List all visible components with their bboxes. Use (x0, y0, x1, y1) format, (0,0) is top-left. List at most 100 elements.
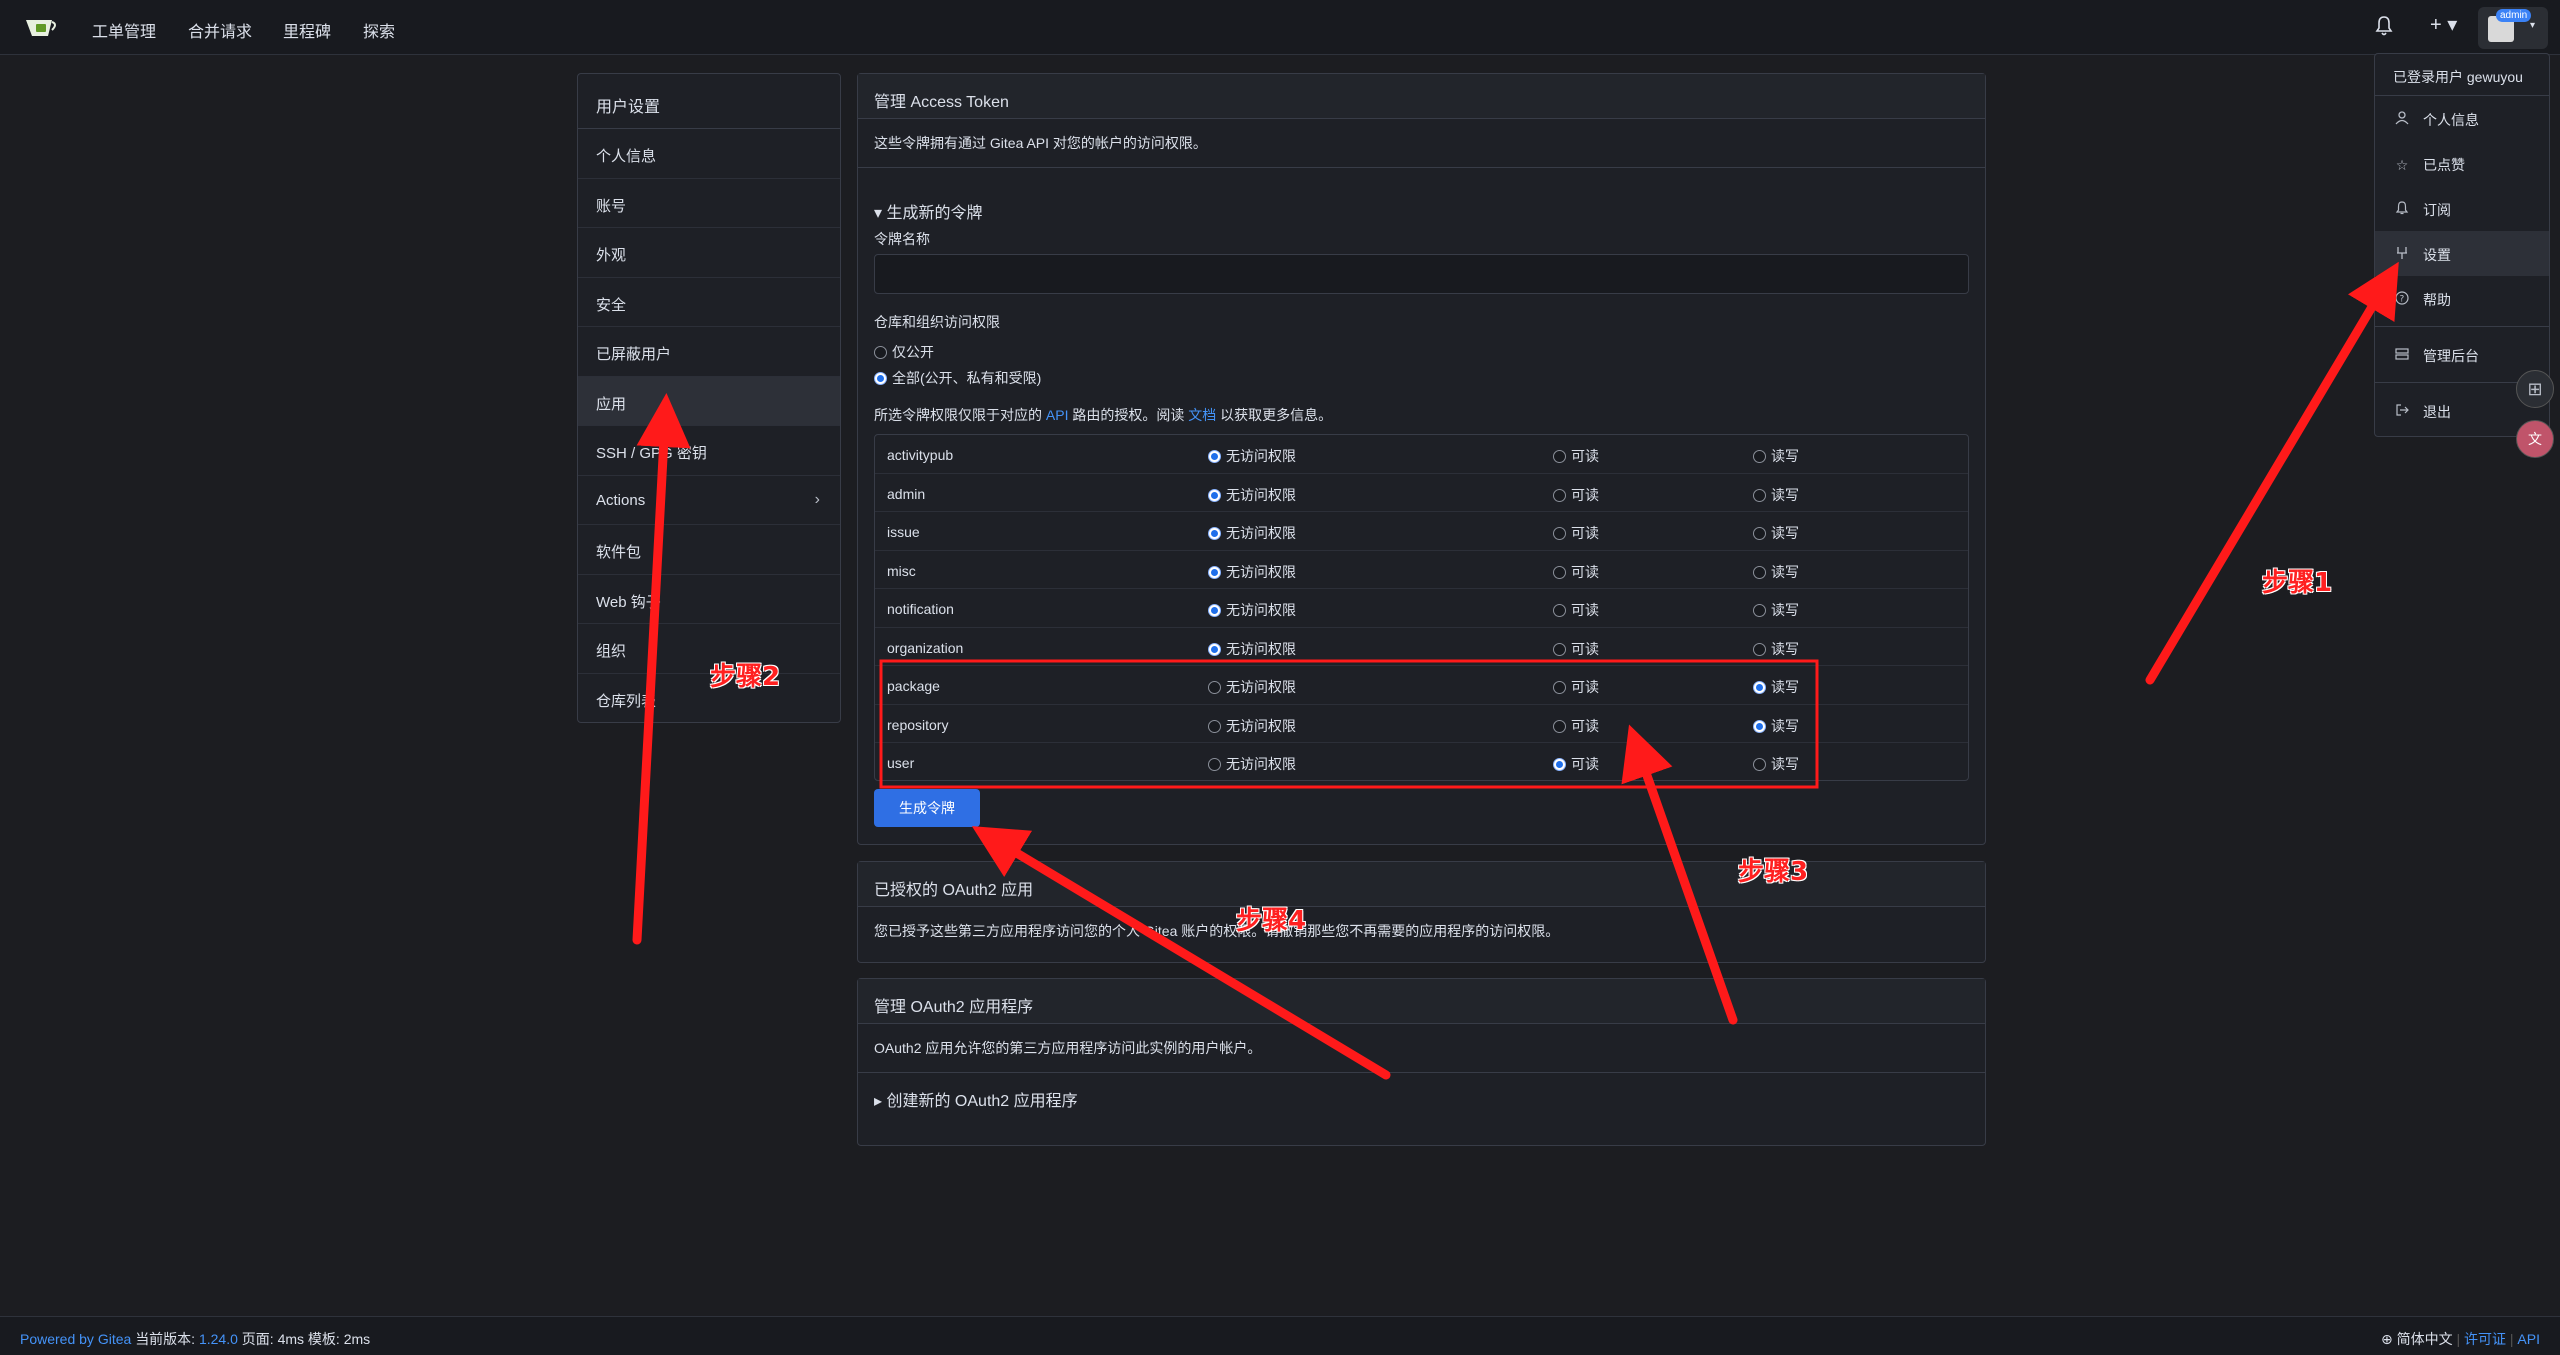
permission-option-read[interactable]: 可读 (1553, 485, 1599, 505)
radio-read[interactable] (1553, 488, 1566, 502)
radio-write[interactable] (1753, 527, 1766, 540)
radio-none[interactable] (1208, 681, 1221, 694)
nav-pulls[interactable]: 合并请求 (188, 18, 252, 42)
radio-none[interactable] (1208, 604, 1221, 617)
radio-write[interactable] (1753, 604, 1766, 617)
radio-read[interactable] (1553, 758, 1566, 771)
radio-read[interactable] (1553, 681, 1566, 694)
radio-none[interactable] (1208, 450, 1221, 463)
permission-option-read[interactable]: 可读 (1553, 639, 1599, 659)
sidebar-item-appearance[interactable]: 外观 (578, 228, 840, 278)
sidebar-item-keys[interactable]: SSH / GPG 密钥 (578, 426, 840, 476)
radio-write[interactable] (1753, 719, 1766, 733)
language-selector[interactable]: 简体中文 (2397, 1331, 2453, 1347)
menu-item-settings[interactable]: 设置 (2375, 231, 2549, 276)
permission-option-none[interactable]: 无访问权限 (1208, 485, 1296, 505)
gitea-logo-icon[interactable] (24, 16, 58, 40)
radio-none[interactable] (1208, 758, 1221, 771)
radio-read[interactable] (1553, 604, 1566, 617)
permission-option-write[interactable]: 读写 (1753, 716, 1799, 736)
permission-option-read[interactable]: 可读 (1553, 754, 1599, 774)
permission-option-read[interactable]: 可读 (1553, 600, 1599, 620)
license-link[interactable]: 许可证 (2464, 1331, 2506, 1347)
radio-write[interactable] (1753, 565, 1766, 579)
radio-none[interactable] (1208, 565, 1221, 579)
sidebar-item-organizations[interactable]: 组织 (578, 624, 840, 674)
radio-write[interactable] (1753, 488, 1766, 502)
nav-milestones[interactable]: 里程碑 (283, 18, 331, 42)
radio-write[interactable] (1753, 450, 1766, 463)
menu-item-subscriptions[interactable]: 订阅 (2375, 186, 2549, 231)
generate-token-toggle[interactable]: ▾ 生成新的令牌 (874, 199, 982, 223)
radio-none[interactable] (1208, 719, 1221, 733)
radio-write[interactable] (1753, 642, 1766, 656)
permission-option-read[interactable]: 可读 (1553, 523, 1599, 543)
permission-option-write[interactable]: 读写 (1753, 562, 1799, 582)
permission-option-none[interactable]: 无访问权限 (1208, 562, 1296, 582)
api-link[interactable]: API (1046, 407, 1069, 423)
repo-access-public-option[interactable]: 仅公开 (874, 342, 934, 362)
radio-public[interactable] (874, 346, 887, 359)
radio-read[interactable] (1553, 642, 1566, 656)
api-footer-link[interactable]: API (2517, 1331, 2540, 1347)
permission-option-read[interactable]: 可读 (1553, 562, 1599, 582)
create-new-button[interactable]: + ▾ (2430, 12, 2457, 36)
permission-option-read[interactable]: 可读 (1553, 677, 1599, 697)
permission-option-read[interactable]: 可读 (1553, 716, 1599, 736)
permission-name: admin (887, 485, 926, 502)
powered-by-link[interactable]: Powered by Gitea (20, 1331, 131, 1347)
radio-write[interactable] (1753, 681, 1766, 694)
permission-option-none[interactable]: 无访问权限 (1208, 716, 1296, 736)
permission-option-none[interactable]: 无访问权限 (1208, 639, 1296, 659)
version-link[interactable]: 1.24.0 (199, 1331, 238, 1347)
token-name-input[interactable] (874, 254, 1969, 294)
apps-grid-icon[interactable]: ⊞ (2516, 370, 2554, 408)
annotation-step1: 步骤1 (2262, 568, 2333, 598)
user-menu-button[interactable]: admin ▾ (2478, 7, 2548, 49)
sidebar-item-blocked-users[interactable]: 已屏蔽用户 (578, 327, 840, 377)
permission-option-none[interactable]: 无访问权限 (1208, 600, 1296, 620)
sidebar-item-webhooks[interactable]: Web 钩子 (578, 575, 840, 624)
menu-item-site-admin[interactable]: 管理后台 (2375, 332, 2549, 377)
sidebar-item-applications[interactable]: 应用 (578, 376, 840, 426)
radio-none[interactable] (1208, 488, 1221, 502)
radio-none[interactable] (1208, 527, 1221, 540)
menu-item-profile[interactable]: 个人信息 (2375, 96, 2549, 141)
repo-access-all-option[interactable]: 全部(公开、私有和受限) (874, 368, 1041, 388)
radio-none[interactable] (1208, 642, 1221, 656)
generate-token-button[interactable]: 生成令牌 (874, 789, 980, 827)
sidebar-item-packages[interactable]: 软件包 (578, 525, 840, 575)
sidebar-item-security[interactable]: 安全 (578, 278, 840, 327)
permission-option-read[interactable]: 可读 (1553, 446, 1599, 466)
sidebar-item-account[interactable]: 账号 (578, 179, 840, 228)
menu-item-help[interactable]: ? 帮助 (2375, 276, 2549, 321)
sidebar-item-repos[interactable]: 仓库列表 (578, 674, 840, 724)
radio-read[interactable] (1553, 719, 1566, 733)
permission-option-write[interactable]: 读写 (1753, 600, 1799, 620)
permission-option-none[interactable]: 无访问权限 (1208, 523, 1296, 543)
notification-bell-icon[interactable] (2374, 14, 2394, 38)
permission-option-write[interactable]: 读写 (1753, 639, 1799, 659)
permission-option-write[interactable]: 读写 (1753, 485, 1799, 505)
translate-icon[interactable]: 文 (2516, 420, 2554, 458)
radio-write[interactable] (1753, 758, 1766, 771)
nav-issues[interactable]: 工单管理 (92, 18, 156, 42)
permission-option-write[interactable]: 读写 (1753, 754, 1799, 774)
docs-link[interactable]: 文档 (1188, 407, 1216, 423)
nav-explore[interactable]: 探索 (363, 18, 395, 42)
permission-option-write[interactable]: 读写 (1753, 677, 1799, 697)
radio-all[interactable] (874, 372, 887, 385)
permission-option-write[interactable]: 读写 (1753, 446, 1799, 466)
permission-option-none[interactable]: 无访问权限 (1208, 677, 1296, 697)
radio-read[interactable] (1553, 565, 1566, 579)
create-oauth-app-toggle[interactable]: ▸ 创建新的 OAuth2 应用程序 (858, 1073, 1985, 1125)
sidebar-item-actions[interactable]: Actions › (578, 476, 840, 525)
permission-option-none[interactable]: 无访问权限 (1208, 446, 1296, 466)
permission-option-none[interactable]: 无访问权限 (1208, 754, 1296, 774)
radio-read[interactable] (1553, 450, 1566, 463)
sidebar-item-label: 外观 (596, 247, 627, 264)
permission-option-write[interactable]: 读写 (1753, 523, 1799, 543)
sidebar-item-profile[interactable]: 个人信息 (578, 129, 840, 179)
radio-read[interactable] (1553, 527, 1566, 540)
menu-item-starred[interactable]: ☆ 已点赞 (2375, 141, 2549, 186)
